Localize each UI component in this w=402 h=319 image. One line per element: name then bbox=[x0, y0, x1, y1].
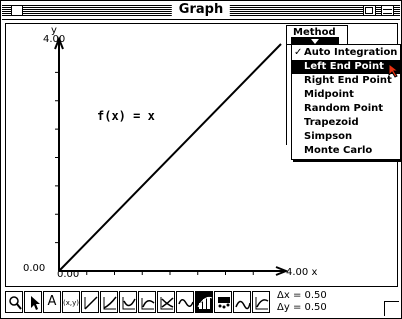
method-item-label: Auto Integration bbox=[304, 47, 398, 58]
pointer-tool[interactable] bbox=[24, 291, 42, 313]
x-min-label: 0.00 bbox=[57, 269, 80, 280]
method-item-label: Right End Point bbox=[304, 75, 392, 86]
delta-x-readout: Δx = 0.50 bbox=[277, 290, 327, 301]
y-max-label: 4.00 bbox=[43, 34, 66, 45]
wave-tool[interactable] bbox=[176, 291, 194, 313]
asymptote-icon bbox=[141, 298, 155, 310]
function-label[interactable]: f(x) = x bbox=[97, 109, 155, 123]
curve-icon bbox=[235, 300, 251, 310]
method-item-midpoint[interactable]: Midpoint bbox=[292, 88, 400, 102]
function-line bbox=[58, 43, 282, 272]
tangent-tool[interactable] bbox=[81, 291, 99, 313]
method-item-label: Left End Point bbox=[304, 61, 384, 72]
window-title: Graph bbox=[171, 2, 231, 18]
method-item-label: Random Point bbox=[304, 103, 384, 114]
slope-tool[interactable] bbox=[100, 291, 118, 313]
method-item-random-point[interactable]: Random Point bbox=[292, 102, 400, 116]
grow-box[interactable] bbox=[384, 301, 399, 316]
tool-palette: A (x,y) bbox=[5, 291, 271, 315]
derivative-tool[interactable] bbox=[119, 291, 137, 313]
curve-tool[interactable] bbox=[233, 291, 251, 313]
dot-tool[interactable] bbox=[214, 291, 232, 313]
wave-icon bbox=[178, 299, 194, 307]
arrow-icon bbox=[31, 296, 40, 310]
method-menu: ✓ Auto Integration Left End Point Right End… bbox=[291, 44, 401, 160]
checkmark-icon: ✓ bbox=[294, 47, 303, 58]
zoom-box[interactable] bbox=[363, 5, 376, 16]
bars-icon bbox=[197, 296, 213, 309]
method-item-label: Midpoint bbox=[304, 89, 354, 100]
method-item-label: Monte Carlo bbox=[304, 145, 373, 156]
method-item-label: Trapezoid bbox=[304, 117, 359, 128]
slope-icon bbox=[103, 296, 117, 310]
area-tool[interactable] bbox=[252, 291, 270, 313]
asymptote-tool[interactable] bbox=[138, 291, 156, 313]
method-item-trapezoid[interactable]: Trapezoid bbox=[292, 116, 400, 130]
method-item-right-end-point[interactable]: Right End Point bbox=[292, 74, 400, 88]
coordinate-tool[interactable]: (x,y) bbox=[62, 291, 80, 313]
text-tool[interactable]: A bbox=[43, 291, 61, 313]
tangent-icon bbox=[84, 296, 98, 310]
integration-tool[interactable] bbox=[195, 291, 213, 313]
intersection-tool[interactable] bbox=[157, 291, 175, 313]
derivative-icon bbox=[122, 297, 136, 310]
delta-readout: Δx = 0.50 Δy = 0.50 bbox=[277, 290, 327, 314]
area-icon bbox=[255, 297, 269, 310]
method-item-monte-carlo[interactable]: Monte Carlo bbox=[292, 144, 400, 158]
collapse-box[interactable] bbox=[381, 5, 394, 16]
y-min-label: 0.00 bbox=[23, 263, 46, 274]
dots-icon bbox=[218, 297, 230, 309]
coordinate-tool-label: (x,y) bbox=[63, 299, 79, 307]
text-tool-label: A bbox=[47, 294, 57, 309]
x-axis-label: x bbox=[311, 267, 318, 278]
intersection-icon bbox=[160, 297, 174, 310]
cursor-arrow-icon bbox=[388, 63, 400, 78]
graph-window: Graph y 4.00 0.00 0.00 4.00 x f(x) = x M… bbox=[0, 0, 402, 319]
close-box[interactable] bbox=[11, 5, 23, 16]
method-item-label: Simpson bbox=[304, 131, 353, 142]
x-max-label: 4.00 x bbox=[286, 267, 318, 278]
zoom-tool[interactable] bbox=[5, 291, 23, 313]
method-item-auto-integration[interactable]: ✓ Auto Integration bbox=[292, 46, 400, 60]
magnifier-icon bbox=[9, 296, 22, 310]
delta-y-readout: Δy = 0.50 bbox=[277, 302, 327, 313]
method-item-simpson[interactable]: Simpson bbox=[292, 130, 400, 144]
method-item-left-end-point[interactable]: Left End Point bbox=[292, 60, 400, 74]
